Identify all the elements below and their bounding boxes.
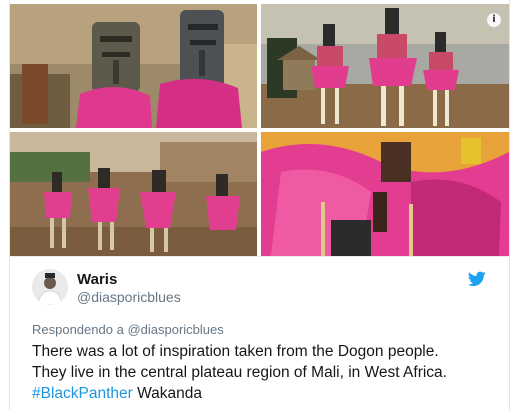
tweet-card: i Waris @diasporicblues Respondendo a @d… [9,0,510,410]
photo-dancers-stilts[interactable] [261,4,509,128]
author-handle[interactable]: @diasporicblues [77,289,181,305]
replying-to: Respondendo a @diasporicblues [32,322,224,337]
photo-raffia-costume[interactable] [261,132,509,256]
tweet-text-line1: There was a lot of inspiration taken fro… [32,343,439,360]
avatar[interactable] [32,269,68,305]
info-icon[interactable]: i [487,13,501,27]
tweet-text: There was a lot of inspiration taken fro… [32,341,502,404]
photo-dancers-village[interactable] [10,132,257,256]
author-name[interactable]: Waris [77,271,117,288]
tweet-body: Waris @diasporicblues Respondendo a @dia… [10,256,509,411]
photo-masks-closeup[interactable] [10,4,257,128]
media-grid[interactable]: i [10,4,509,256]
replying-handle[interactable]: @diasporicblues [127,322,223,337]
twitter-bird-icon[interactable] [468,271,486,287]
replying-prefix: Respondendo a [32,322,124,337]
tweet-text-line3: #BlackPanther Wakanda [32,383,502,404]
tweet-text-tail: Wakanda [132,385,203,402]
hashtag-link[interactable]: #BlackPanther [32,385,133,402]
tweet-text-line2: They live in the central plateau region … [32,364,447,381]
